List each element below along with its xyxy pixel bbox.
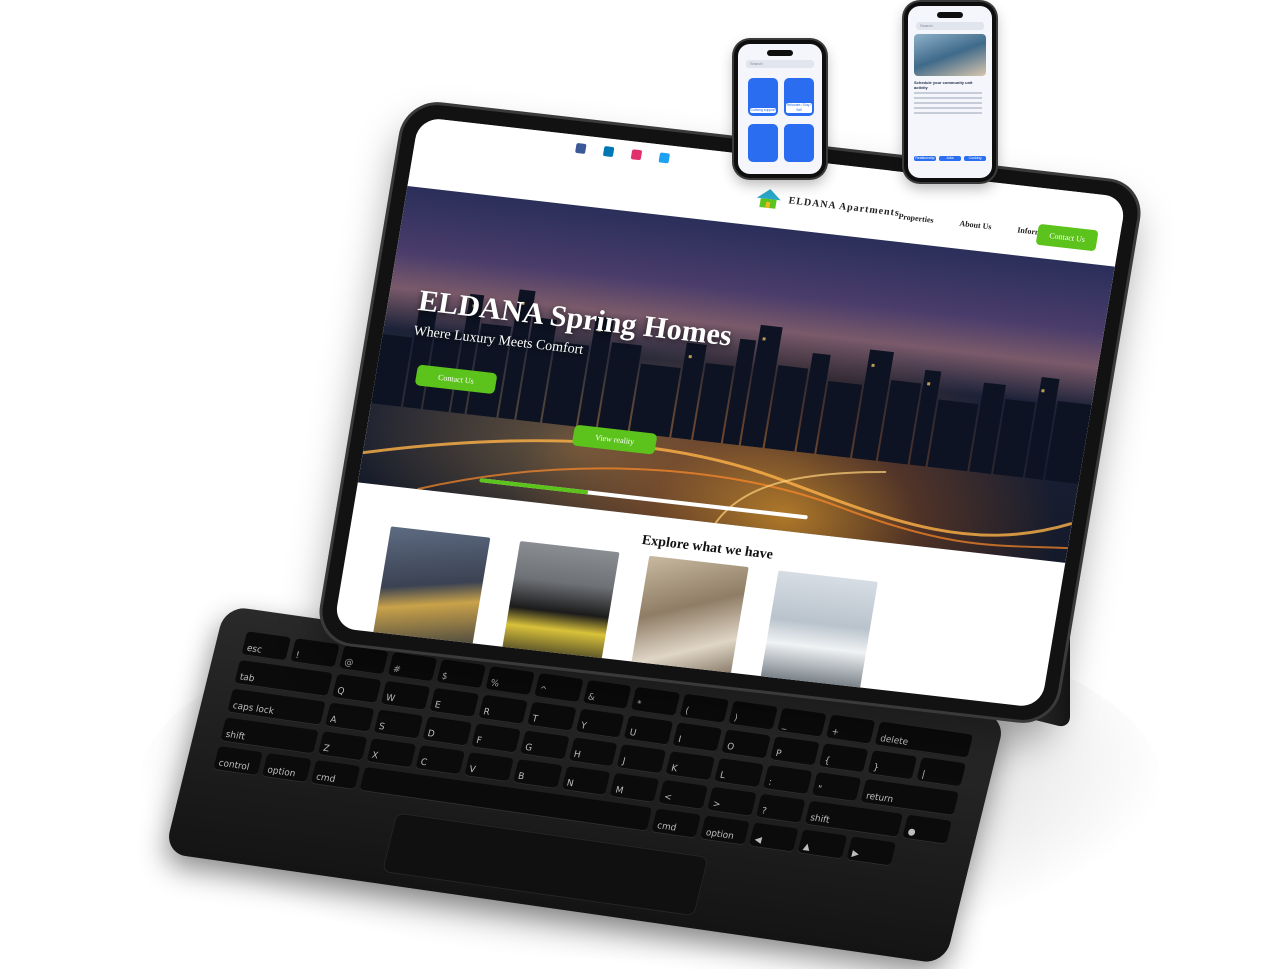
phone-right-chip-relationship[interactable]: Relationship: [914, 156, 936, 161]
phone-right-text-lines: [914, 92, 982, 114]
phone-right-screen: Search Schedule your community unit acti…: [908, 6, 992, 178]
phone-left-card-1-label: Coliving support: [750, 108, 776, 113]
phone-notch: [767, 50, 793, 56]
nav-links: Properties About Us Information: [898, 212, 1060, 239]
key[interactable]: &: [582, 679, 632, 710]
key[interactable]: P: [770, 736, 820, 767]
key[interactable]: O: [721, 729, 772, 760]
key[interactable]: (: [679, 693, 730, 724]
phone-right-headline: Schedule your community unit activity: [914, 80, 973, 90]
key[interactable]: Y: [575, 708, 625, 739]
key-option-right[interactable]: option: [700, 815, 750, 846]
twitter-icon[interactable]: [658, 152, 671, 164]
key[interactable]: :: [763, 765, 813, 796]
nav-link-properties[interactable]: Properties: [898, 212, 935, 225]
key[interactable]: S: [373, 709, 423, 740]
key[interactable]: {: [818, 743, 869, 774]
phone-left-card-2-label: Relocate / Buy / Sell: [786, 103, 812, 113]
key[interactable]: +: [825, 714, 876, 745]
key[interactable]: B: [512, 759, 563, 790]
key[interactable]: @: [338, 645, 389, 676]
brand-name: ELDANA Apartments: [787, 194, 901, 219]
key[interactable]: T: [526, 701, 577, 732]
property-thumb-floorplan[interactable]: [629, 555, 749, 686]
key[interactable]: U: [623, 715, 674, 746]
key[interactable]: J: [616, 744, 667, 775]
key[interactable]: Q: [331, 673, 382, 704]
key[interactable]: ?: [756, 793, 806, 824]
phone-right: Search Schedule your community unit acti…: [904, 2, 996, 182]
phone-left-card-1[interactable]: Coliving support: [748, 78, 778, 116]
linkedin-icon[interactable]: [602, 146, 615, 158]
key[interactable]: ^: [533, 672, 584, 703]
phone-right-chip-jobs[interactable]: Jobs: [939, 156, 961, 161]
property-thumb-duplex[interactable]: [371, 526, 491, 657]
key[interactable]: D: [422, 716, 472, 747]
key-esc[interactable]: esc: [241, 631, 291, 662]
key[interactable]: V: [463, 752, 514, 783]
phone-left-card-4[interactable]: [784, 124, 814, 162]
key[interactable]: E: [429, 687, 479, 718]
key[interactable]: G: [519, 730, 570, 761]
key[interactable]: !: [289, 638, 340, 669]
key[interactable]: F: [470, 723, 521, 754]
house-logo-icon: [753, 186, 784, 211]
key[interactable]: $: [436, 659, 486, 690]
property-thumb-parking[interactable]: [500, 541, 620, 671]
phone-right-photo: [914, 34, 986, 76]
key-control[interactable]: control: [213, 746, 263, 777]
key[interactable]: ": [811, 772, 862, 803]
key[interactable]: X: [366, 738, 416, 769]
key[interactable]: }: [867, 750, 918, 781]
key[interactable]: %: [484, 665, 535, 696]
phone-left-card-3[interactable]: [748, 124, 778, 162]
key[interactable]: _: [777, 707, 827, 738]
key[interactable]: #: [387, 652, 438, 683]
key[interactable]: Z: [317, 731, 368, 762]
key-arrow-right[interactable]: ▶: [846, 836, 897, 867]
key[interactable]: R: [477, 694, 528, 725]
key[interactable]: K: [665, 751, 716, 782]
key-command-left[interactable]: cmd: [310, 759, 361, 791]
key-globe[interactable]: ●: [902, 814, 952, 845]
key[interactable]: N: [561, 766, 611, 797]
key[interactable]: W: [380, 680, 431, 711]
nav-link-about-us[interactable]: About Us: [959, 219, 993, 232]
phone-notch: [937, 12, 963, 18]
key[interactable]: H: [568, 737, 618, 768]
key-arrow-left[interactable]: ◀: [748, 822, 799, 853]
key[interactable]: >: [707, 786, 757, 817]
phone-left-search[interactable]: Search: [746, 60, 814, 68]
key[interactable]: ): [728, 700, 779, 731]
key[interactable]: *: [631, 686, 681, 717]
key[interactable]: I: [672, 722, 723, 753]
key[interactable]: <: [658, 779, 709, 810]
key[interactable]: |: [916, 757, 966, 788]
instagram-icon[interactable]: [630, 149, 643, 161]
phone-right-search[interactable]: Search: [916, 22, 984, 30]
key-command-right[interactable]: cmd: [651, 808, 702, 839]
phone-left: Search Coliving support Relocate / Buy /…: [734, 40, 826, 178]
key[interactable]: M: [609, 772, 660, 803]
facebook-icon[interactable]: [575, 142, 587, 154]
property-thumb-modern-house[interactable]: [758, 570, 878, 701]
nav-contact-button[interactable]: Contact Us: [1035, 223, 1099, 252]
phone-left-card-2[interactable]: Relocate / Buy / Sell: [784, 78, 814, 116]
key[interactable]: L: [714, 758, 765, 789]
phone-right-chip-cooking[interactable]: Cooking: [964, 156, 986, 161]
key-option-left[interactable]: option: [261, 753, 312, 784]
key[interactable]: A: [324, 702, 375, 733]
key-arrow-up-down[interactable]: ▲: [797, 829, 848, 860]
key[interactable]: C: [414, 745, 465, 776]
tablet-device: ELDANA Apartments Properties About Us In…: [317, 101, 1143, 724]
tablet-screen: ELDANA Apartments Properties About Us In…: [333, 116, 1127, 709]
phone-left-screen: Search Coliving support Relocate / Buy /…: [738, 44, 822, 174]
